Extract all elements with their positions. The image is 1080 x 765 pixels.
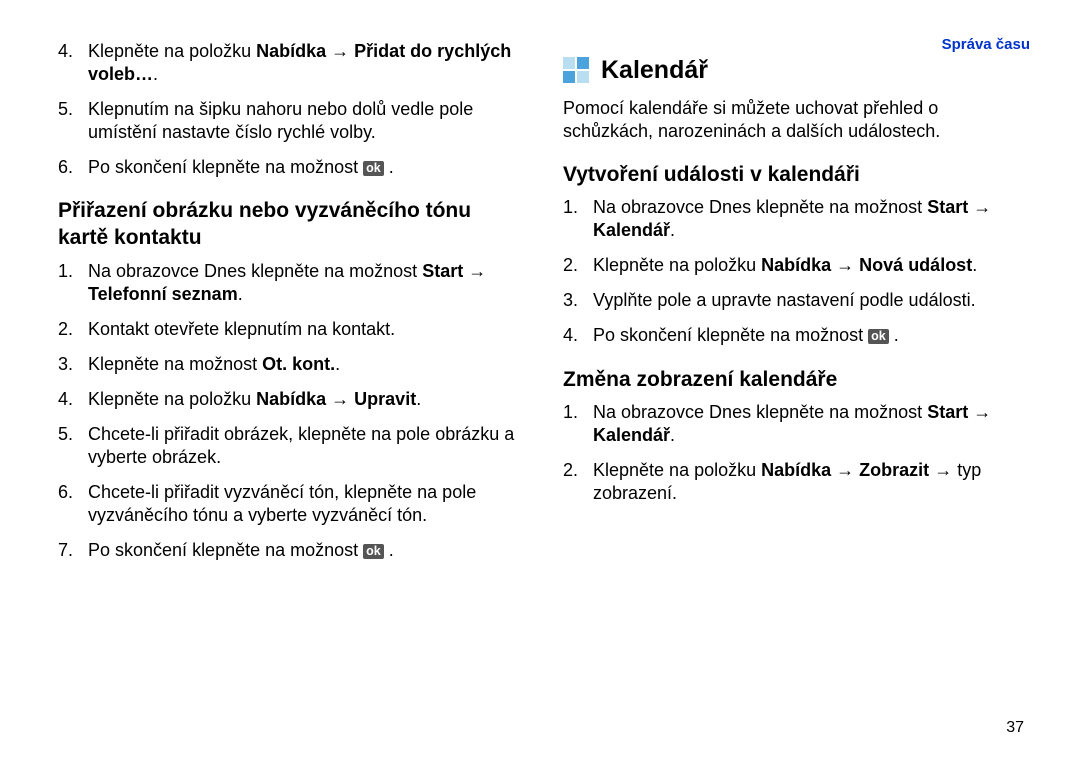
page-body: 4.Klepněte na položku Nabídka → Přidat d… [0, 0, 1080, 765]
list-item: 1.Na obrazovce Dnes klepněte na možnost … [563, 196, 1030, 242]
ok-icon: ok [868, 329, 889, 344]
list-item: 2.Kontakt otevřete klepnutím na kontakt. [58, 318, 525, 341]
ok-icon: ok [363, 161, 384, 176]
list-item: 4.Klepněte na položku Nabídka → Upravit. [58, 388, 525, 411]
list-item: 6.Chcete-li přiřadit vyzváněcí tón, klep… [58, 481, 525, 527]
list-item: 4.Po skončení klepněte na možnost ok . [563, 324, 1030, 347]
left-heading-assign: Přiřazení obrázku nebo vyzváněcího tónu … [58, 197, 525, 252]
list-item: 5.Klepnutím na šipku nahoru nebo dolů ve… [58, 98, 525, 144]
list-item: 7.Po skončení klepněte na možnost ok . [58, 539, 525, 562]
list-item: 3.Klepněte na možnost Ot. kont.. [58, 353, 525, 376]
list-item: 6.Po skončení klepněte na možnost ok . [58, 156, 525, 179]
list-item: 4.Klepněte na položku Nabídka → Přidat d… [58, 40, 525, 86]
list-item: 1.Na obrazovce Dnes klepněte na možnost … [58, 260, 525, 306]
heading-change-view: Změna zobrazení kalendáře [563, 366, 1030, 393]
left-column: 4.Klepněte na položku Nabídka → Přidat d… [58, 34, 525, 735]
left-list-continued: 4.Klepněte na položku Nabídka → Přidat d… [58, 40, 525, 179]
list-item: 1.Na obrazovce Dnes klepněte na možnost … [563, 401, 1030, 447]
calendar-intro: Pomocí kalendáře si můžete uchovat přehl… [563, 97, 1030, 143]
list-change-view: 1.Na obrazovce Dnes klepněte na možnost … [563, 401, 1030, 505]
calendar-title: Kalendář [601, 56, 708, 85]
heading-create-event: Vytvoření události v kalendáři [563, 161, 1030, 188]
list-create-event: 1.Na obrazovce Dnes klepněte na možnost … [563, 196, 1030, 347]
squares-icon [563, 57, 591, 85]
list-item: 5.Chcete-li přiřadit obrázek, klepněte n… [58, 423, 525, 469]
ok-icon: ok [363, 544, 384, 559]
list-item: 2.Klepněte na položku Nabídka → Zobrazit… [563, 459, 1030, 505]
section-header-link: Správa času [942, 36, 1030, 53]
page-number: 37 [1006, 719, 1024, 737]
right-column: Kalendář Pomocí kalendáře si můžete ucho… [563, 34, 1030, 735]
list-item: 2.Klepněte na položku Nabídka → Nová udá… [563, 254, 1030, 277]
list-item: 3.Vyplňte pole a upravte nastavení podle… [563, 289, 1030, 312]
left-list-assign: 1.Na obrazovce Dnes klepněte na možnost … [58, 260, 525, 562]
calendar-title-row: Kalendář [563, 56, 1030, 85]
